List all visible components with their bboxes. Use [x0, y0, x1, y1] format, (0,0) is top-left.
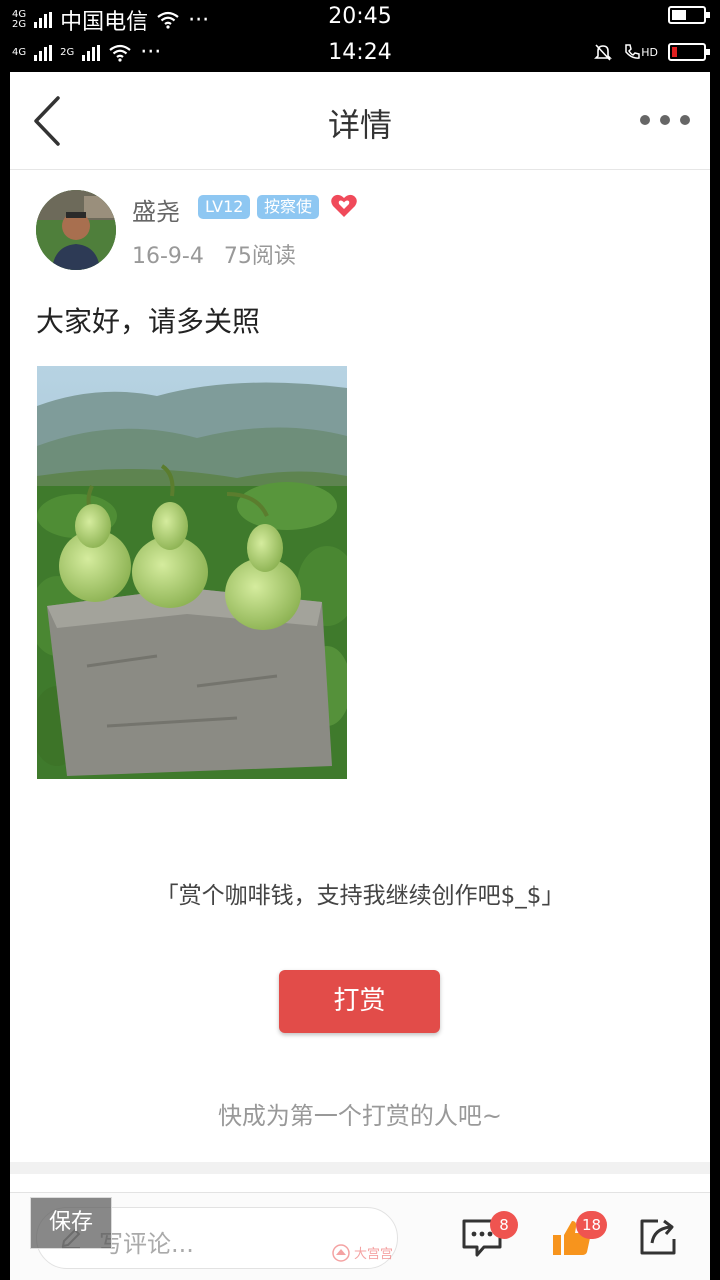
reward-button[interactable]: 打赏 [279, 970, 440, 1033]
hd-call-icon: HD [623, 43, 658, 61]
bottom-action-bar: 写评论... 8 18 大宫宫 [10, 1192, 710, 1280]
avatar-image [36, 190, 116, 270]
heart-badge-icon [330, 193, 358, 219]
post-meta: 16-9-4 75阅读 [132, 238, 296, 270]
more-dot-icon [680, 115, 690, 125]
navigation-bar: 详情 [10, 72, 710, 170]
clock: 20:45 [328, 4, 392, 29]
page-title: 详情 [327, 106, 392, 144]
mute-bell-icon [594, 44, 613, 61]
share-button[interactable] [636, 1215, 680, 1259]
post-photo[interactable] [37, 366, 347, 779]
save-button[interactable]: 保存 [30, 1197, 112, 1249]
share-icon [640, 1219, 676, 1255]
reward-hint: 快成为第一个打赏的人吧~ [217, 1102, 503, 1130]
comment-count-badge: 8 [490, 1211, 518, 1239]
author-name[interactable]: 盛尧 [132, 192, 180, 227]
battery-low-icon [668, 43, 710, 61]
author-avatar[interactable] [36, 190, 116, 270]
app-watermark: 大宫宫 [332, 1243, 393, 1262]
battery-icon [668, 6, 710, 24]
gourd-photo-image [37, 366, 347, 779]
hd-label: HD [641, 45, 658, 59]
more-dot-icon [660, 115, 670, 125]
watermark-text: 大宫宫 [354, 1247, 394, 1262]
post-date: 16-9-4 [132, 244, 204, 269]
section-divider [10, 1162, 710, 1174]
phone-icon [625, 44, 640, 59]
level-badge: LV12 [198, 195, 251, 219]
reward-prompt: 「赏个咖啡钱，支持我继续创作吧$_$」 [155, 883, 565, 909]
role-badge: 按察使 [257, 195, 320, 219]
like-count-badge: 18 [576, 1211, 608, 1239]
more-dot-icon [640, 115, 650, 125]
app-content: 详情 盛尧 LV12 按察使 16-9-4 75阅读 大家好，请多关照 「赏个咖… [10, 72, 710, 1280]
comment-placeholder: 写评论... [99, 1230, 194, 1258]
read-count: 75阅读 [223, 244, 296, 269]
more-options-button[interactable] [640, 112, 690, 128]
watermark-logo-icon [332, 1243, 350, 1262]
status-bar-primary: 4G 2G 中国电信 ··· 20:45 [0, 0, 720, 36]
post-text: 大家好，请多关照 [36, 305, 261, 338]
status-bar-secondary: 4G 2G ··· 14:24 HD [0, 36, 720, 72]
